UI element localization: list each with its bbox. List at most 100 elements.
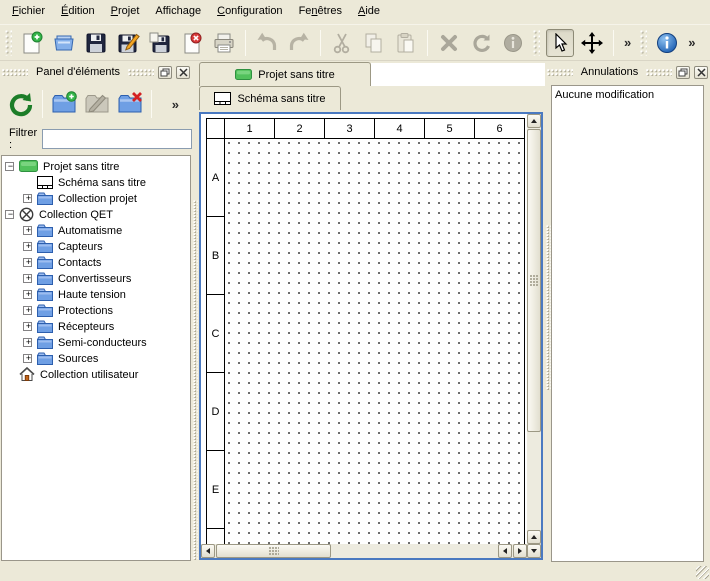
tree-item-schema-sans-titre[interactable]: Schéma sans titre [2, 174, 190, 190]
tree-item-collection-projet[interactable]: Collection projet [2, 190, 190, 206]
save-icon [84, 31, 108, 55]
edit-category-button[interactable] [83, 90, 111, 118]
schema-tab[interactable]: Schéma sans titre [199, 86, 341, 110]
save-all-icon [148, 31, 172, 55]
open-document-button[interactable] [50, 29, 78, 57]
menu-configuration[interactable]: Configuration [209, 0, 290, 24]
new-category-button[interactable] [50, 90, 78, 118]
menu-fichier[interactable]: Fichier [4, 0, 53, 24]
expand-expander-icon[interactable] [23, 322, 32, 331]
vertical-scrollbar[interactable] [527, 114, 541, 558]
panel-toolbar-overflow-button[interactable]: » [169, 97, 182, 112]
save-all-button[interactable] [146, 29, 174, 57]
collapse-expander-icon[interactable] [5, 162, 14, 171]
expand-expander-icon[interactable] [23, 242, 32, 251]
expand-expander-icon[interactable] [23, 258, 32, 267]
tree-item-capteurs[interactable]: Capteurs [2, 238, 190, 254]
filter-label: Filtrer : [9, 127, 37, 151]
dock-float-button[interactable] [158, 66, 172, 79]
save-button[interactable] [82, 29, 110, 57]
scroll-up-button-2[interactable] [527, 530, 541, 544]
delete-button[interactable] [435, 29, 463, 57]
project-tab[interactable]: Projet sans titre [199, 62, 371, 86]
about-qet-button[interactable] [653, 29, 681, 57]
scroll-left-button-2[interactable] [498, 544, 512, 558]
grid-row-header-partial [206, 528, 225, 544]
tree-item-contacts[interactable]: Contacts [2, 254, 190, 270]
elements-panel-dock: Panel d'éléments [0, 60, 192, 581]
scroll-right-button[interactable] [513, 544, 527, 558]
scroll-up-button[interactable] [527, 114, 541, 128]
undo-history-list[interactable]: Aucune modification [551, 85, 704, 562]
close-document-button[interactable] [178, 29, 206, 57]
tree-item-projet-sans-titre[interactable]: Projet sans titre [2, 158, 190, 174]
vertical-scroll-thumb[interactable] [527, 129, 541, 432]
project-tabbar-empty-area [371, 63, 545, 86]
horizontal-scrollbar[interactable] [201, 544, 527, 558]
scroll-down-button[interactable] [527, 544, 541, 558]
dock-close-button[interactable] [176, 66, 190, 79]
toolbar-drag-handle[interactable] [640, 30, 647, 56]
grid-row-header: B [206, 216, 225, 295]
pan-mode-button[interactable] [578, 29, 606, 57]
cut-button[interactable] [328, 29, 356, 57]
rotate-button[interactable] [467, 29, 495, 57]
paste-button[interactable] [392, 29, 420, 57]
expand-expander-icon[interactable] [23, 354, 32, 363]
print-button[interactable] [210, 29, 238, 57]
tree-item-automatisme[interactable]: Automatisme [2, 222, 190, 238]
properties-button[interactable] [499, 29, 527, 57]
tree-item-collection-utilisateur[interactable]: Collection utilisateur [2, 366, 190, 382]
collapse-expander-icon[interactable] [5, 210, 14, 219]
menu-fenetres[interactable]: Fenêtres [291, 0, 350, 24]
undo-panel-header[interactable]: Annulations [547, 62, 708, 82]
reload-collections-button[interactable] [7, 90, 35, 118]
close-document-icon [180, 31, 204, 55]
toolbar-drag-handle[interactable] [533, 30, 540, 56]
expand-expander-icon[interactable] [23, 226, 32, 235]
menu-edition[interactable]: Édition [53, 0, 103, 24]
elements-panel-header[interactable]: Panel d'éléments [2, 62, 190, 82]
window-resize-grip[interactable] [696, 566, 709, 579]
tree-item-semi-conducteurs[interactable]: Semi-conducteurs [2, 334, 190, 350]
tree-item-label: Contacts [58, 256, 101, 269]
toolbar-drag-handle[interactable] [5, 30, 12, 56]
expand-expander-icon[interactable] [23, 290, 32, 299]
undo-list-item[interactable]: Aucune modification [552, 86, 703, 101]
schema-tab-label: Schéma sans titre [237, 93, 325, 105]
selection-mode-button[interactable] [546, 29, 574, 57]
dock-float-button[interactable] [676, 66, 690, 79]
new-document-button[interactable] [18, 29, 46, 57]
tree-item-convertisseurs[interactable]: Convertisseurs [2, 270, 190, 286]
menu-projet[interactable]: Projet [103, 0, 148, 24]
tree-item-haute-tension[interactable]: Haute tension [2, 286, 190, 302]
filter-input[interactable] [42, 129, 192, 149]
expand-expander-icon[interactable] [23, 306, 32, 315]
tree-item-label: Collection QET [39, 208, 113, 221]
new-document-icon [20, 31, 44, 55]
horizontal-scroll-thumb[interactable] [216, 544, 331, 558]
toolbar-overflow-button[interactable]: » [685, 35, 698, 50]
redo-button[interactable] [285, 29, 313, 57]
tree-item-recepteurs[interactable]: Récepteurs [2, 318, 190, 334]
save-as-button[interactable] [114, 29, 142, 57]
expand-expander-icon[interactable] [23, 338, 32, 347]
schema-scene[interactable]: 1 2 3 4 5 6 A B C D E [201, 114, 527, 544]
delete-category-button[interactable] [116, 90, 144, 118]
expand-expander-icon[interactable] [23, 194, 32, 203]
dock-close-button[interactable] [694, 66, 708, 79]
copy-button[interactable] [360, 29, 388, 57]
tree-item-protections[interactable]: Protections [2, 302, 190, 318]
folder-icon [37, 256, 53, 269]
expand-expander-icon[interactable] [23, 274, 32, 283]
undo-button[interactable] [253, 29, 281, 57]
tree-item-collection-qet[interactable]: Collection QET [2, 206, 190, 222]
left-dock-splitter[interactable] [193, 200, 198, 560]
toolbar-overflow-button[interactable]: » [621, 35, 634, 50]
folder-icon [37, 224, 53, 237]
tree-item-sources[interactable]: Sources [2, 350, 190, 366]
menu-affichage[interactable]: Affichage [147, 0, 209, 24]
scroll-left-button[interactable] [201, 544, 215, 558]
menu-aide[interactable]: Aide [350, 0, 388, 24]
dock-drag-texture [547, 69, 573, 76]
